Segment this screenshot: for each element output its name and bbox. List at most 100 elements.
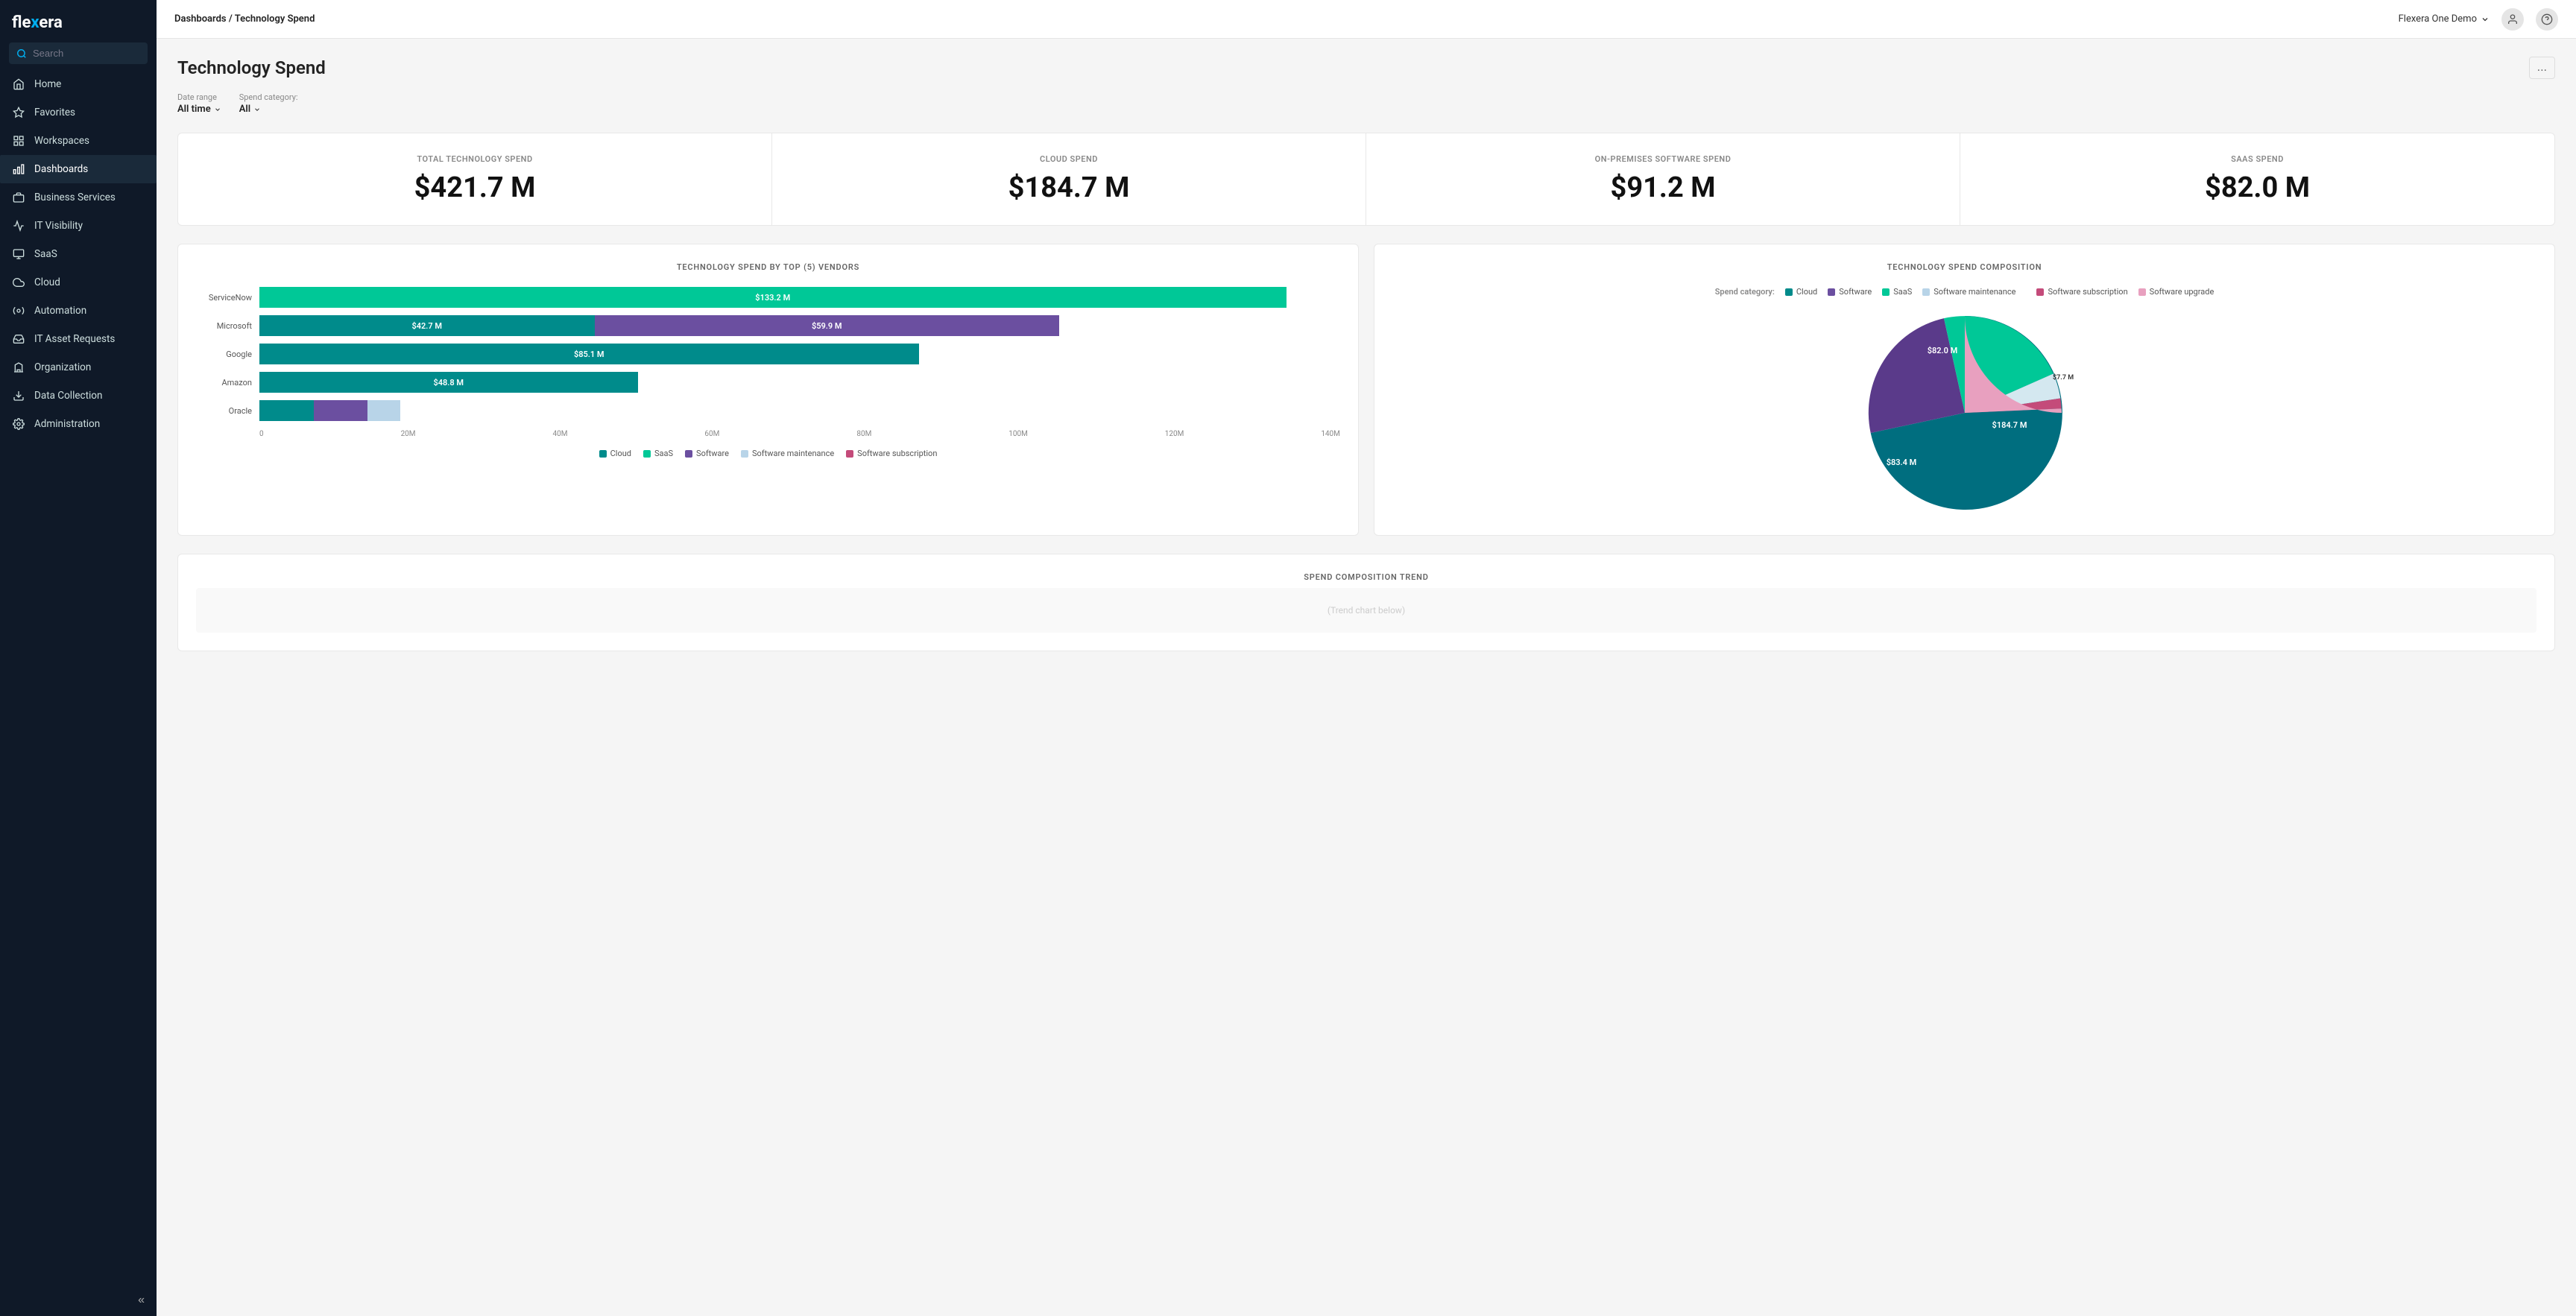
nav-label-business-services: Business Services	[34, 192, 116, 203]
nav-item-it-asset-requests[interactable]: IT Asset Requests	[0, 325, 157, 353]
x-label-1: 20M	[401, 430, 416, 438]
kpi-row: TOTAL TECHNOLOGY SPEND $421.7 M CLOUD SP…	[177, 133, 2555, 226]
nav-item-organization[interactable]: Organization	[0, 353, 157, 382]
filters-row: Date range All time Spend category: All	[177, 92, 2555, 115]
kpi-cloud-spend: CLOUD SPEND $184.7 M	[772, 133, 1366, 225]
kpi-value-0: $421.7 M	[196, 171, 754, 204]
bar-chart-container: ServiceNow $133.2 M Microsoft $42.7 M $5…	[196, 287, 1340, 458]
user-icon-button[interactable]	[2501, 8, 2524, 31]
trend-card: SPEND COMPOSITION TREND (Trend chart bel…	[177, 554, 2555, 651]
sidebar: flexera Home Favorites Workspaces Dashbo…	[0, 0, 157, 1316]
x-label-7: 140M	[1321, 430, 1340, 438]
grid-icon	[12, 134, 25, 148]
sw-maintenance-dot	[741, 450, 748, 458]
nav-label-dashboards: Dashboards	[34, 163, 88, 175]
trend-icon	[12, 219, 25, 232]
search-input[interactable]	[33, 48, 140, 59]
gear-icon	[12, 417, 25, 431]
saas-dot	[643, 450, 651, 458]
software-dot	[685, 450, 692, 458]
bar-row-oracle: Oracle	[196, 400, 1340, 421]
x-label-0: 0	[259, 430, 264, 438]
nav-item-home[interactable]: Home	[0, 70, 157, 98]
bar-seg-servicenow-saas: $133.2 M	[259, 287, 1287, 308]
pie-legend-sw-subscription: Software subscription	[2036, 287, 2127, 297]
bar-row-servicenow: ServiceNow $133.2 M	[196, 287, 1340, 308]
x-label-3: 60M	[704, 430, 719, 438]
trend-title: SPEND COMPOSITION TREND	[196, 572, 2536, 582]
nav-item-data-collection[interactable]: Data Collection	[0, 382, 157, 410]
date-range-filter[interactable]: Date range All time	[177, 92, 221, 115]
breadcrumb-parent[interactable]: Dashboards	[174, 13, 227, 25]
legend-sw-maintenance-label: Software maintenance	[752, 449, 834, 458]
kpi-value-2: $91.2 M	[1384, 171, 1942, 204]
download-icon	[12, 389, 25, 402]
bar-chart: ServiceNow $133.2 M Microsoft $42.7 M $5…	[196, 287, 1340, 421]
date-range-value[interactable]: All time	[177, 104, 221, 115]
chevron-down-icon	[2481, 15, 2490, 24]
nav-item-favorites[interactable]: Favorites	[0, 98, 157, 127]
pie-sw-upg-label: Software upgrade	[2150, 287, 2214, 297]
charts-row: TECHNOLOGY SPEND BY TOP (5) VENDORS Serv…	[177, 244, 2555, 536]
date-range-label: Date range	[177, 92, 221, 102]
org-selector[interactable]: Flexera One Demo	[2399, 13, 2490, 25]
help-icon-button[interactable]	[2536, 8, 2558, 31]
pie-sw-sub-dot	[2036, 288, 2044, 296]
spend-category-filter[interactable]: Spend category: All	[239, 92, 298, 115]
header-actions: ...	[2529, 57, 2555, 79]
nav-label-home: Home	[34, 78, 61, 90]
kpi-label-0: TOTAL TECHNOLOGY SPEND	[196, 154, 754, 164]
pie-legend-saas: SaaS	[1882, 287, 1912, 297]
building-icon	[12, 361, 25, 374]
nav-label-workspaces: Workspaces	[34, 135, 89, 147]
topbar-right: Flexera One Demo	[2399, 8, 2558, 31]
collapse-button[interactable]: «	[138, 1294, 145, 1307]
nav-item-it-visibility[interactable]: IT Visibility	[0, 212, 157, 240]
pie-chart-svg: $184.7 M $83.4 M $82.0 M $7.7 M	[1846, 309, 2084, 517]
nav-label-saas: SaaS	[34, 248, 57, 260]
star-icon	[12, 106, 25, 119]
pie-software-dot	[1828, 288, 1835, 296]
pie-legend-software: Software	[1828, 287, 1872, 297]
spend-category-value[interactable]: All	[239, 104, 298, 115]
pie-sw-sub-label: Software subscription	[2048, 287, 2127, 297]
x-axis: 0 20M 40M 60M 80M 100M 120M 140M	[196, 430, 1340, 438]
pie-label-saas: $82.0 M	[1927, 346, 1957, 355]
sidebar-collapse-section: «	[0, 1285, 157, 1316]
legend-saas: SaaS	[643, 449, 673, 458]
nav-label-it-asset-requests: IT Asset Requests	[34, 333, 115, 345]
nav-item-saas[interactable]: SaaS	[0, 240, 157, 268]
spend-category-label: Spend category:	[239, 92, 298, 102]
nav-label-administration: Administration	[34, 418, 100, 430]
barchart-icon	[12, 162, 25, 176]
pie-cloud-dot	[1785, 288, 1793, 296]
legend-software: Software	[685, 449, 729, 458]
page-content: Technology Spend ... Date range All time…	[157, 39, 2576, 1316]
pie-saas-dot	[1882, 288, 1890, 296]
nav-item-automation[interactable]: Automation	[0, 297, 157, 325]
home-icon	[12, 77, 25, 91]
nav-label-data-collection: Data Collection	[34, 390, 102, 402]
pie-chart-card: TECHNOLOGY SPEND COMPOSITION Spend categ…	[1374, 244, 2555, 536]
bar-seg-microsoft-cloud: $42.7 M	[259, 315, 595, 336]
pie-legend-sw-maintenance: Software maintenance	[1922, 287, 2015, 297]
nav-item-workspaces[interactable]: Workspaces	[0, 127, 157, 155]
pie-sw-maint-label: Software maintenance	[1933, 287, 2015, 297]
x-label-2: 40M	[552, 430, 567, 438]
more-options-button[interactable]: ...	[2529, 57, 2555, 79]
nav-item-business-services[interactable]: Business Services	[0, 183, 157, 212]
nav-item-administration[interactable]: Administration	[0, 410, 157, 438]
legend-sw-maintenance: Software maintenance	[741, 449, 834, 458]
search-container[interactable]	[9, 42, 148, 64]
spend-category-chevron	[253, 106, 261, 113]
org-name: Flexera One Demo	[2399, 13, 2477, 25]
nav-label-it-visibility: IT Visibility	[34, 220, 83, 232]
search-icon	[16, 48, 27, 59]
date-range-chevron	[214, 106, 221, 113]
pie-legend-sw-upgrade: Software upgrade	[2138, 287, 2214, 297]
nav-item-dashboards[interactable]: Dashboards	[0, 155, 157, 183]
pie-label-cloud: $184.7 M	[1992, 420, 2027, 430]
bar-row-amazon: Amazon $48.8 M	[196, 372, 1340, 393]
page-title: Technology Spend	[177, 57, 326, 78]
nav-item-cloud[interactable]: Cloud	[0, 268, 157, 297]
